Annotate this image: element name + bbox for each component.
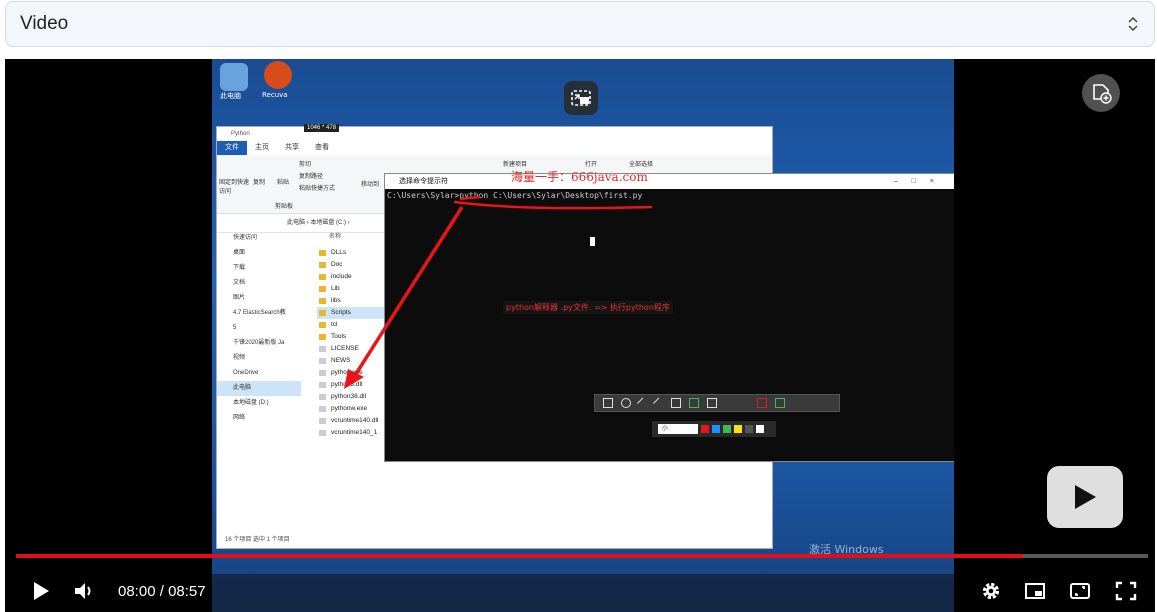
picture-in-picture-button[interactable] [564,81,598,115]
annotation-color-bar: 小 [652,421,776,437]
play-icon [34,582,49,600]
annotation-arrow [344,195,653,389]
miniplayer-button[interactable] [1021,577,1049,605]
up-down-chevron-icon [1128,16,1138,32]
duration: 08:57 [168,583,206,600]
miniplayer-icon [1025,583,1045,599]
settings-badge-icon [1093,84,1112,104]
play-button[interactable] [27,577,55,605]
fullscreen-icon [1115,581,1137,601]
video-frame: 此电脑 Recuva Python 文件 主页 共享 查看 剪切 复制路径 粘贴… [212,59,954,612]
gear-icon [982,582,1000,600]
time-separator: / [155,583,169,600]
video-select-label: Video [20,13,69,34]
volume-button[interactable] [71,577,99,605]
fullscreen-button[interactable] [1112,577,1140,605]
player-controls: 08:00 / 08:57 [5,571,1155,611]
progress-bar[interactable] [16,554,1148,558]
settings-button[interactable] [977,577,1005,605]
play-icon [1075,485,1096,509]
large-play-button[interactable] [1047,466,1123,528]
theater-icon [1070,583,1090,599]
current-time: 08:00 [118,583,156,600]
video-player[interactable]: 此电脑 Recuva Python 文件 主页 共享 查看 剪切 复制路径 粘贴… [5,59,1155,612]
annotation-size-select: 小 [658,424,698,434]
picture-in-picture-icon [571,90,591,106]
time-display: 08:00 / 08:57 [118,583,206,600]
progress-bar-fill [16,554,1024,558]
corner-action-button[interactable] [1082,74,1120,112]
video-select[interactable]: Video [5,1,1155,47]
annotation-toolbar [594,394,840,412]
volume-icon [75,583,91,599]
theater-button[interactable] [1066,577,1094,605]
